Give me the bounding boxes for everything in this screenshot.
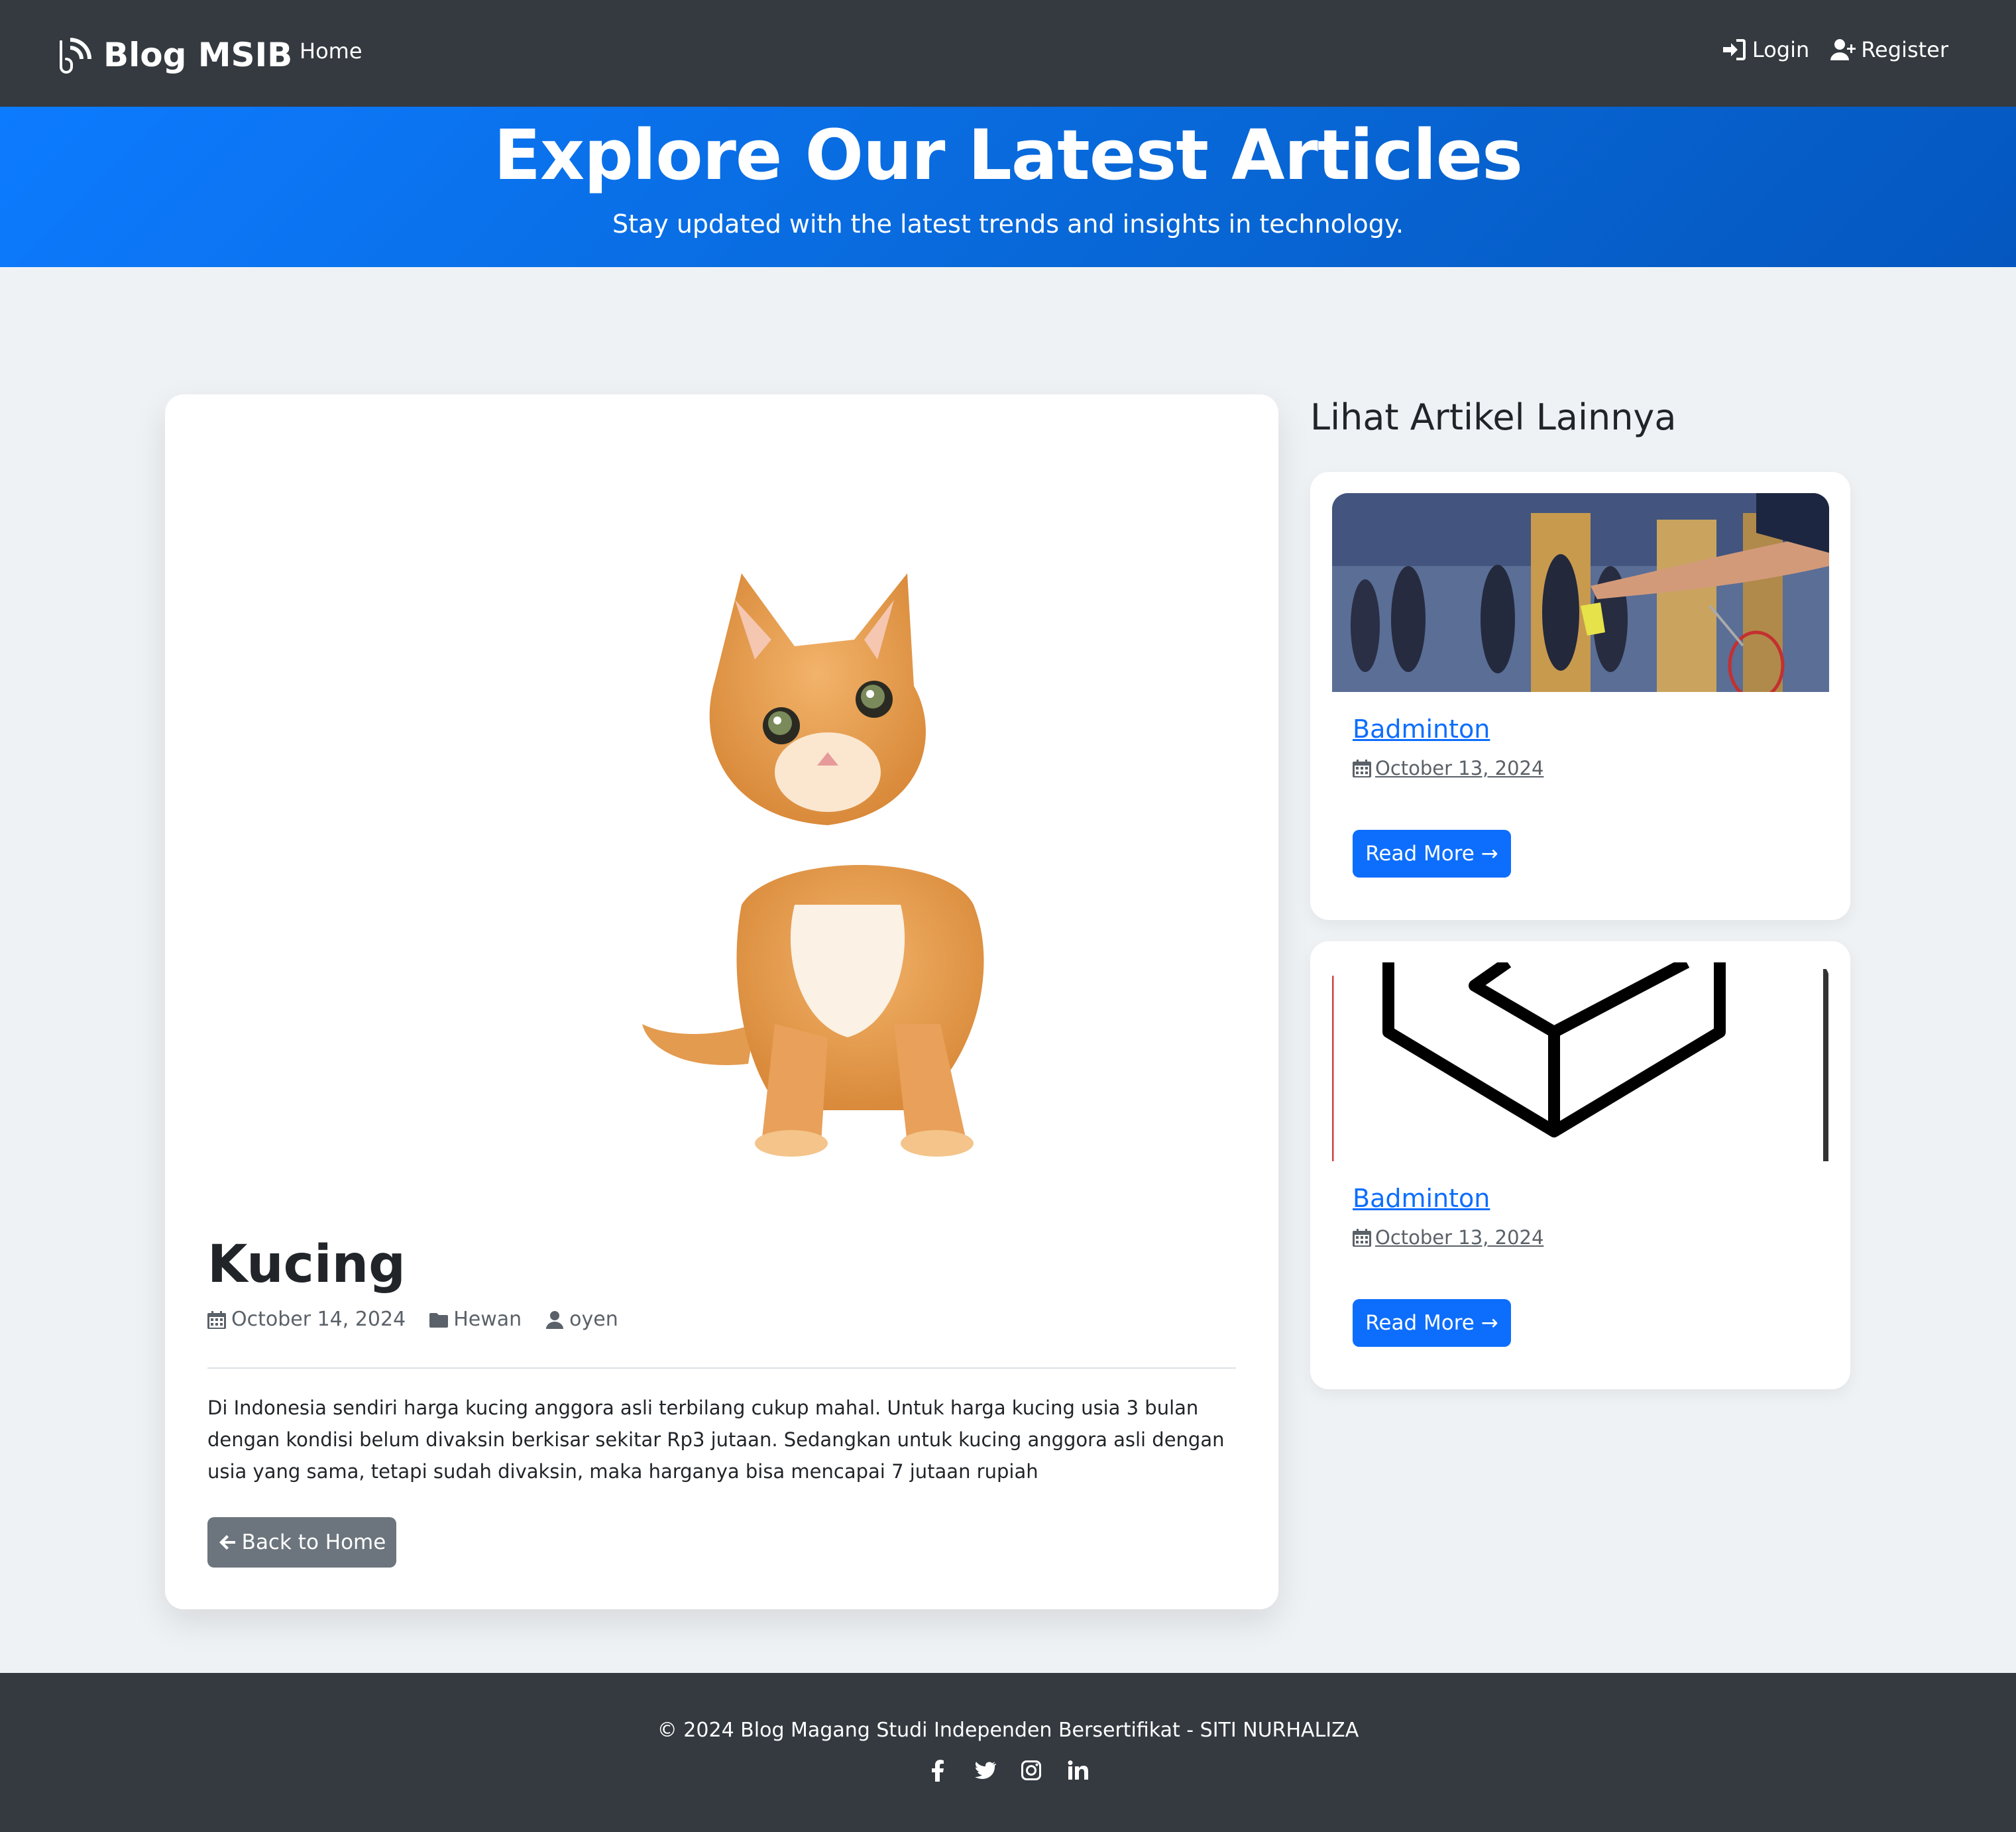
register-label: Register xyxy=(1861,37,1948,62)
nav-home-link[interactable]: Home xyxy=(300,38,363,64)
folder-icon xyxy=(429,1312,449,1328)
login-label: Login xyxy=(1752,37,1810,62)
login-link[interactable]: Login xyxy=(1722,37,1809,62)
instagram-icon[interactable] xyxy=(1020,1759,1042,1782)
brand-name: Blog MSIB xyxy=(103,36,293,74)
calendar-icon xyxy=(207,1310,226,1329)
user-icon xyxy=(546,1310,564,1329)
related-article-date-text: October 13, 2024 xyxy=(1375,1226,1544,1249)
user-plus-icon xyxy=(1830,39,1856,60)
calendar-icon xyxy=(1353,760,1371,777)
article-author[interactable]: oyen xyxy=(545,1308,618,1331)
facebook-icon[interactable] xyxy=(927,1759,950,1782)
related-article-card: Badminton October 13, 2024 Read More → xyxy=(1310,472,1850,920)
brand[interactable]: Blog MSIB xyxy=(56,32,292,78)
back-to-home-label: Back to Home xyxy=(241,1530,386,1554)
article-card: Kucing October 14, 2024 Hewan oyen Di In… xyxy=(165,394,1278,1609)
article-author-text: oyen xyxy=(569,1308,618,1331)
related-article-title[interactable]: Badminton xyxy=(1353,715,1490,744)
article-body: Di Indonesia sendiri harga kucing anggor… xyxy=(207,1397,1225,1483)
social-links xyxy=(0,1759,2016,1782)
twitter-icon[interactable] xyxy=(974,1759,996,1782)
back-to-home-button[interactable]: Back to Home xyxy=(207,1517,396,1568)
register-link[interactable]: Register xyxy=(1830,37,1948,62)
divider xyxy=(207,1367,1236,1369)
related-article-card: Badminton October 13, 2024 Read More → xyxy=(1310,941,1850,1389)
linkedin-icon[interactable] xyxy=(1066,1759,1089,1782)
related-article-date[interactable]: October 13, 2024 xyxy=(1353,757,1543,779)
navbar: Blog MSIB Home Login Register xyxy=(0,0,2016,107)
hero-title: Explore Our Latest Articles xyxy=(493,115,1523,196)
related-article-image[interactable] xyxy=(1332,493,1829,692)
related-article-date[interactable]: October 13, 2024 xyxy=(1353,1226,1543,1249)
footer: © 2024 Blog Magang Studi Independen Bers… xyxy=(0,1673,2016,1832)
sidebar-heading: Lihat Artikel Lainnya xyxy=(1310,396,1677,438)
blog-rss-icon xyxy=(60,38,91,74)
article-meta: October 14, 2024 Hewan oyen xyxy=(207,1308,618,1331)
read-more-button[interactable]: Read More → xyxy=(1353,830,1511,878)
hero-banner: Explore Our Latest Articles Stay updated… xyxy=(0,107,2016,267)
article-category[interactable]: Hewan xyxy=(429,1308,522,1331)
read-more-button[interactable]: Read More → xyxy=(1353,1299,1511,1347)
article-date-text: October 14, 2024 xyxy=(231,1308,406,1331)
arrow-left-icon xyxy=(219,1535,235,1550)
footer-copyright: © 2024 Blog Magang Studi Independen Bers… xyxy=(657,1719,1359,1742)
article-category-text: Hewan xyxy=(453,1308,522,1331)
hero-subtitle: Stay updated with the latest trends and … xyxy=(612,209,1404,239)
login-icon xyxy=(1722,39,1746,60)
calendar-icon xyxy=(1353,1229,1371,1247)
article-title: Kucing xyxy=(207,1235,406,1294)
article-date: October 14, 2024 xyxy=(207,1308,406,1331)
article-image xyxy=(642,573,984,1157)
related-article-image[interactable] xyxy=(1332,962,1829,1161)
related-article-title[interactable]: Badminton xyxy=(1353,1184,1490,1213)
nav-auth: Login Register xyxy=(1722,37,1948,62)
related-article-date-text: October 13, 2024 xyxy=(1375,757,1544,779)
